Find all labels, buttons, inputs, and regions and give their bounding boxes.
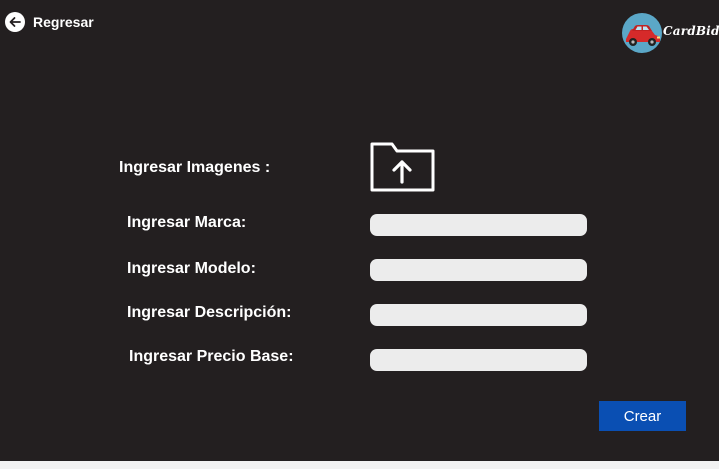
folder-upload-icon bbox=[370, 142, 435, 192]
description-label: Ingresar Descripción: bbox=[127, 304, 292, 321]
images-label: Ingresar Imagenes : bbox=[119, 159, 271, 176]
red-car-icon bbox=[626, 25, 660, 46]
create-button[interactable]: Crear bbox=[599, 401, 686, 431]
brand-label: Ingresar Marca: bbox=[127, 214, 247, 231]
back-button[interactable]: Regresar bbox=[5, 11, 94, 33]
arrow-left-icon bbox=[5, 12, 25, 32]
logo-text: CardBid bbox=[663, 24, 719, 38]
upload-images-button[interactable] bbox=[370, 141, 436, 193]
logo-circle bbox=[622, 13, 662, 53]
bottom-strip bbox=[0, 461, 719, 469]
back-label: Regresar bbox=[33, 14, 94, 30]
description-input[interactable] bbox=[370, 304, 587, 326]
brand-input[interactable] bbox=[370, 214, 587, 236]
cardbid-logo: CardBid bbox=[622, 13, 719, 53]
price-input[interactable] bbox=[370, 349, 587, 371]
model-input[interactable] bbox=[370, 259, 587, 281]
model-label: Ingresar Modelo: bbox=[127, 260, 256, 277]
price-label: Ingresar Precio Base: bbox=[129, 348, 294, 365]
